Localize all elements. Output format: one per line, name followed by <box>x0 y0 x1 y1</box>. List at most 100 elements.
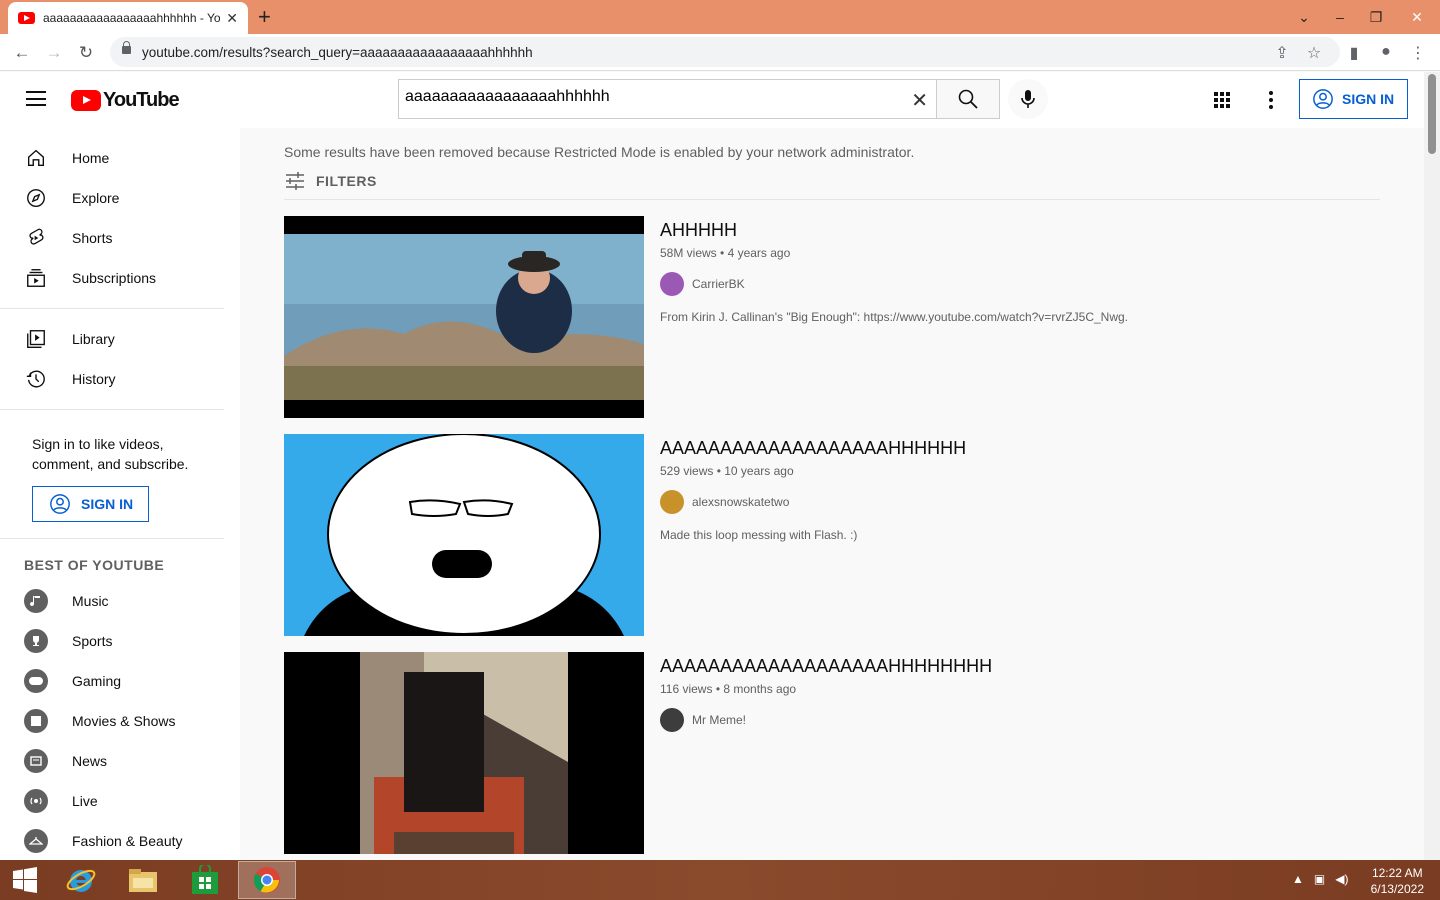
video-views: 116 views <box>660 682 713 696</box>
bookmark-star-icon[interactable]: ☆ <box>1304 43 1324 63</box>
video-views: 58M views <box>660 246 717 260</box>
news-icon <box>24 749 48 773</box>
share-icon[interactable]: ⇪ <box>1272 43 1292 63</box>
channel-name[interactable]: Mr Meme! <box>692 713 746 727</box>
trophy-icon <box>24 629 48 653</box>
forward-arrow-icon[interactable]: → <box>44 43 64 63</box>
internet-explorer-taskbar-button[interactable] <box>52 861 110 899</box>
sidebar-item-sports[interactable]: Sports <box>0 621 240 661</box>
folder-icon <box>129 869 157 892</box>
channel-link[interactable]: CarrierBK <box>660 272 1360 296</box>
search-box: ✕ <box>398 79 938 119</box>
subscriptions-icon <box>24 266 48 290</box>
sidebar-item-subscriptions[interactable]: Subscriptions <box>0 258 240 298</box>
voice-search-button[interactable] <box>1008 79 1048 119</box>
close-tab-icon[interactable]: ✕ <box>226 10 238 27</box>
video-thumbnail[interactable] <box>284 652 644 854</box>
microphone-icon <box>1021 90 1035 108</box>
video-result[interactable]: AAAAAAAAAAAAAAAAAAAHHHHHHHH 116 views • … <box>284 652 1384 854</box>
sidebar-item-history[interactable]: History <box>0 359 240 399</box>
youtube-header: YouTube ✕ SIGN IN <box>0 72 1424 128</box>
file-explorer-taskbar-button[interactable] <box>114 861 172 899</box>
back-arrow-icon[interactable]: ← <box>12 43 32 63</box>
chrome-icon <box>253 867 280 893</box>
signin-prompt-text: Sign in to like videos, comment, and sub… <box>32 436 189 472</box>
channel-name[interactable]: CarrierBK <box>692 277 745 291</box>
sidebar-item-music[interactable]: Music <box>0 581 240 621</box>
channel-avatar[interactable] <box>660 708 684 732</box>
filters-button[interactable]: FILTERS <box>284 172 377 190</box>
live-icon <box>24 789 48 813</box>
minimize-button[interactable]: – <box>1322 9 1358 25</box>
channel-link[interactable]: alexsnowskatetwo <box>660 490 1360 514</box>
new-tab-button[interactable]: + <box>258 4 271 30</box>
filters-label: FILTERS <box>316 173 377 189</box>
sidebar-item-shorts[interactable]: Shorts <box>0 218 240 258</box>
menu-hamburger-icon[interactable] <box>26 91 46 106</box>
store-taskbar-button[interactable] <box>176 861 234 899</box>
video-thumbnail[interactable] <box>284 434 644 636</box>
video-title[interactable]: AAAAAAAAAAAAAAAAAAAHHHHHH <box>660 438 1360 459</box>
account-icon <box>50 494 70 514</box>
page-scrollbar[interactable] <box>1424 72 1440 860</box>
windows-logo-icon <box>13 867 37 893</box>
network-icon[interactable]: ▣ <box>1314 872 1325 886</box>
sidebar-divider <box>0 409 224 410</box>
tab-search-chevron-icon[interactable]: ⌄ <box>1286 9 1322 26</box>
search-button[interactable] <box>936 79 1000 119</box>
sidebar-item-news[interactable]: News <box>0 741 240 781</box>
search-results: Some results have been removed because R… <box>240 128 1424 860</box>
channel-avatar[interactable] <box>660 490 684 514</box>
settings-dots-icon[interactable] <box>1264 90 1278 110</box>
video-thumbnail[interactable] <box>284 216 644 418</box>
close-window-button[interactable]: ✕ <box>1394 9 1440 26</box>
show-hidden-icons-icon[interactable]: ▲ <box>1292 872 1304 886</box>
browser-tab[interactable]: aaaaaaaaaaaaaaaaahhhhhh - YouTube ✕ <box>8 2 248 34</box>
youtube-logo[interactable]: YouTube <box>71 89 180 112</box>
apps-grid-icon[interactable] <box>1212 90 1232 110</box>
film-icon <box>24 709 48 733</box>
video-age: 8 months ago <box>723 682 797 696</box>
video-result[interactable]: AAAAAAAAAAAAAAAAAAAHHHHHH 529 views • 10… <box>284 434 1384 636</box>
sidebar-item-live[interactable]: Live <box>0 781 240 821</box>
taskbar-clock[interactable]: 12:22 AM 6/13/2022 <box>1371 865 1424 897</box>
history-icon <box>24 367 48 391</box>
channel-avatar[interactable] <box>660 272 684 296</box>
sidebar-divider <box>0 308 224 309</box>
channel-link[interactable]: Mr Meme! <box>660 708 1360 732</box>
volume-icon[interactable]: ◀) <box>1335 872 1348 886</box>
video-result[interactable]: AHHHHH 58M views • 4 years ago CarrierBK… <box>284 216 1384 418</box>
sidebar-sign-in-button[interactable]: SIGN IN <box>32 486 149 522</box>
sidebar-item-explore[interactable]: Explore <box>0 178 240 218</box>
restore-button[interactable]: ❐ <box>1358 9 1394 26</box>
search-input[interactable] <box>405 88 885 106</box>
url-field[interactable]: youtube.com/results?search_query=aaaaaaa… <box>110 37 1340 67</box>
video-title[interactable]: AAAAAAAAAAAAAAAAAAAHHHHHHHH <box>660 656 1360 677</box>
store-icon <box>192 865 218 894</box>
search-icon <box>958 89 978 109</box>
sidebar-item-library[interactable]: Library <box>0 319 240 359</box>
account-icon <box>1313 89 1333 109</box>
sign-in-button[interactable]: SIGN IN <box>1299 79 1408 119</box>
video-views: 529 views <box>660 464 714 478</box>
channel-name[interactable]: alexsnowskatetwo <box>692 495 789 509</box>
clear-search-icon[interactable]: ✕ <box>911 88 928 113</box>
browser-menu-icon[interactable]: ⋮ <box>1408 43 1428 63</box>
sidebar-item-home[interactable]: Home <box>0 138 240 178</box>
system-tray: ▲ ▣ ◀) <box>1292 872 1348 886</box>
browser-title-bar: aaaaaaaaaaaaaaaaahhhhhh - YouTube ✕ + ⌄ … <box>0 0 1440 34</box>
sidebar-item-movies-shows[interactable]: Movies & Shows <box>0 701 240 741</box>
scrollbar-thumb[interactable] <box>1428 74 1436 154</box>
reload-icon[interactable]: ↻ <box>76 43 96 63</box>
filters-divider <box>284 199 1380 200</box>
sidebar-item-gaming[interactable]: Gaming <box>0 661 240 701</box>
lock-icon <box>122 41 131 54</box>
start-button[interactable] <box>0 861 50 899</box>
profile-icon[interactable]: ● <box>1376 43 1396 61</box>
clock-date: 6/13/2022 <box>1370 882 1424 896</box>
video-title[interactable]: AHHHHH <box>660 220 1360 241</box>
chrome-taskbar-button[interactable] <box>238 861 296 899</box>
logo-text: YouTube <box>103 89 180 111</box>
sidebar-item-fashion-beauty[interactable]: Fashion & Beauty <box>0 821 240 860</box>
side-panel-icon[interactable]: ▮ <box>1344 43 1364 63</box>
